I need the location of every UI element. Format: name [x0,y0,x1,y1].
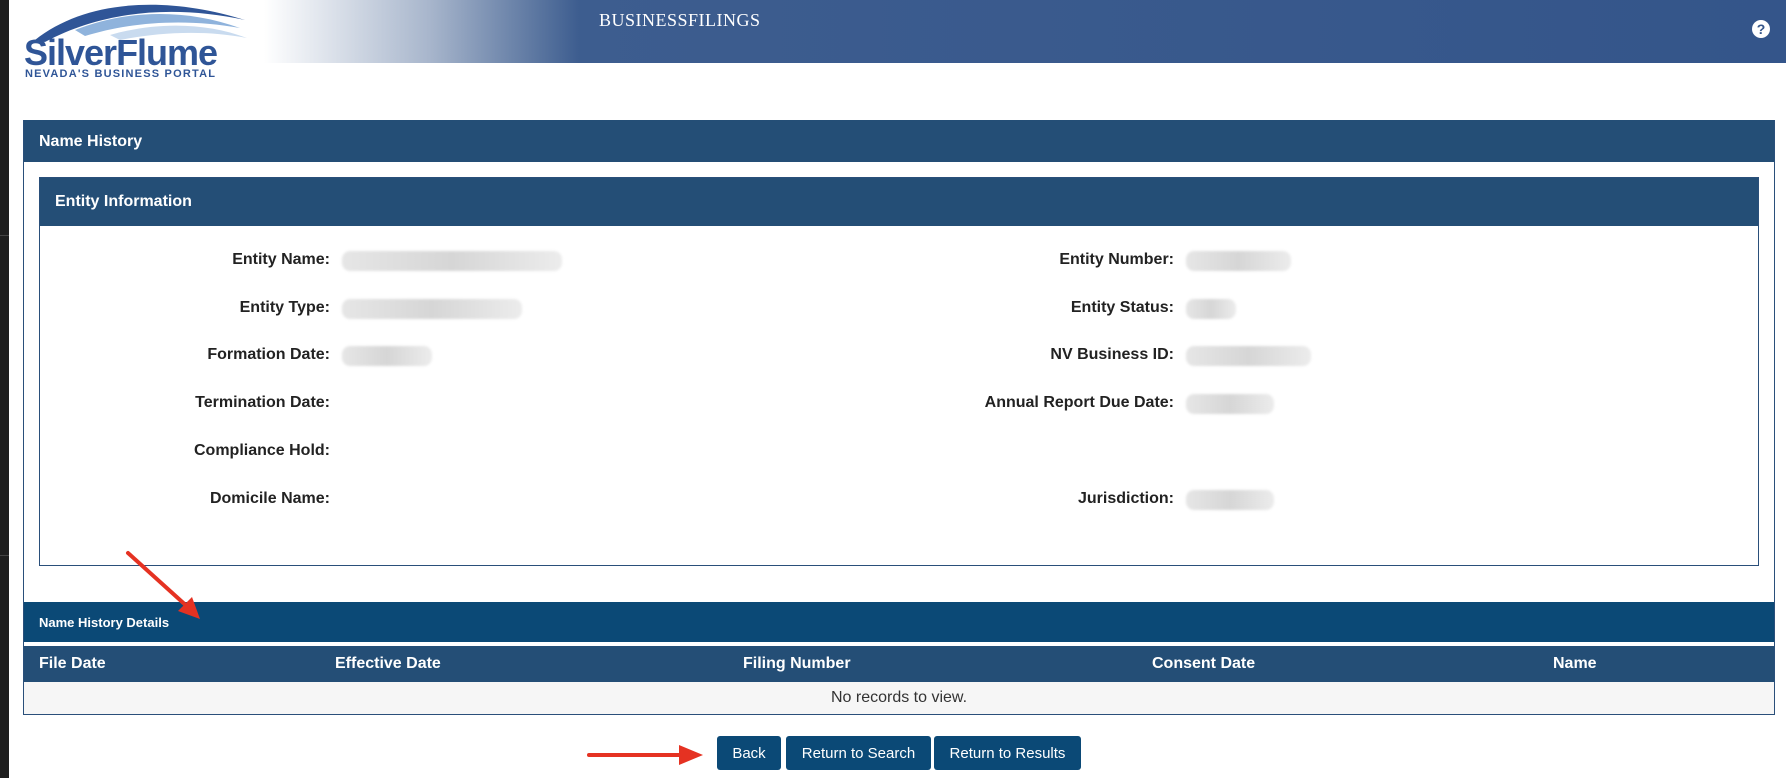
annotation-arrow-icon [126,551,200,619]
entity-status-label: Entity Status: [1070,299,1174,316]
nv-business-id-value [1186,346,1311,366]
entity-number-value [1186,251,1291,271]
entity-information-heading: Entity Information [40,178,1758,226]
question-circle-icon[interactable]: ? [1752,20,1770,38]
name-history-details-heading: Name History Details [24,602,1774,642]
entity-type-label: Entity Type: [239,299,330,316]
column-effective-date[interactable]: Effective Date [335,655,441,673]
column-name[interactable]: Name [1553,655,1597,673]
formation-date-label: Formation Date: [207,346,330,363]
column-filing-number[interactable]: Filing Number [743,655,851,673]
empty-table-message: No records to view. [24,682,1774,714]
return-to-search-button[interactable]: Return to Search [786,736,931,770]
entity-name-value [342,251,562,271]
panel-title: Name History [39,133,143,150]
return-to-results-button[interactable]: Return to Results [934,736,1081,770]
compliance-hold-label: Compliance Hold: [193,442,330,459]
name-history-table-header: File Date Effective Date Filing Number C… [24,646,1774,682]
annotation-arrow-icon [587,745,703,765]
annual-report-due-date-value [1186,394,1274,414]
column-file-date[interactable]: File Date [39,655,106,673]
annual-report-due-date-label: Annual Report Due Date: [984,394,1174,411]
jurisdiction-value [1186,490,1274,510]
entity-information-title: Entity Information [55,193,192,210]
jurisdiction-label: Jurisdiction: [1077,490,1174,507]
termination-date-label: Termination Date: [195,394,330,411]
entity-name-label: Entity Name: [232,251,330,268]
nv-business-id-label: NV Business ID: [1050,346,1174,363]
name-history-heading: Name History [24,120,1774,162]
site-header: SilverFlume NEVADA'S BUSINESS PORTAL BUS… [9,0,1786,80]
entity-type-value [342,299,522,319]
column-consent-date[interactable]: Consent Date [1152,655,1255,673]
entity-information-panel: Entity Information Entity Name: Entity T… [39,177,1759,566]
page-brand-title: BUSINESSFILINGS [599,10,761,30]
entity-number-label: Entity Number: [1059,251,1174,268]
window-edge [0,0,9,778]
formation-date-value [342,346,432,366]
logo-tagline: NEVADA'S BUSINESS PORTAL [25,68,217,80]
name-history-panel: Name History Entity Information Entity N… [23,120,1775,715]
domicile-name-label: Domicile Name: [209,490,330,507]
entity-status-value [1186,299,1236,319]
back-button[interactable]: Back [717,736,781,770]
